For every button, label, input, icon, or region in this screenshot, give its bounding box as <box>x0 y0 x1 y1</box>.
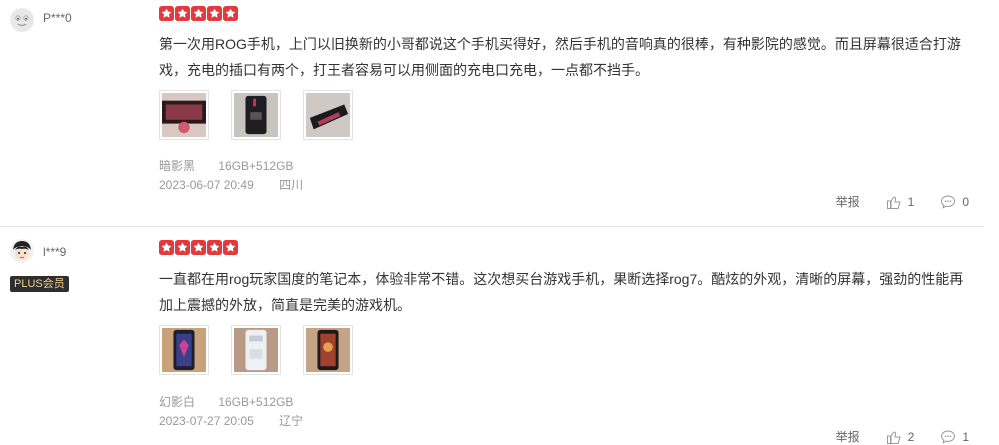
report-label: 举报 <box>835 430 860 444</box>
review-images <box>159 325 353 375</box>
product-color: 幻影白 <box>159 395 196 409</box>
report-label: 举报 <box>835 195 860 209</box>
review-date: 2023-07-27 20:05 <box>159 414 254 428</box>
thumbs-up-icon <box>886 196 901 209</box>
review-text: 一直都在用rog玩家国度的笔记本，体验非常不错。这次想买台游戏手机，果断选择ro… <box>159 271 964 313</box>
review-location: 四川 <box>279 178 304 192</box>
review-image-thumbnail[interactable] <box>231 325 281 375</box>
plus-member-badge: PLUS会员 <box>10 276 69 292</box>
like-button[interactable]: 1 <box>886 194 915 210</box>
product-spec: 16GB+512GB <box>218 395 294 409</box>
username: P***0 <box>43 11 72 25</box>
like-count: 1 <box>907 194 915 209</box>
review-location: 辽宁 <box>279 414 304 428</box>
review-image-thumbnail[interactable] <box>303 325 353 375</box>
star-icon <box>159 240 174 255</box>
star-icon <box>207 240 222 255</box>
star-icon <box>191 240 206 255</box>
avatar[interactable] <box>10 8 34 32</box>
report-button[interactable]: 举报 <box>836 428 860 445</box>
review-image-thumbnail[interactable] <box>159 325 209 375</box>
star-icon <box>207 6 222 21</box>
review-item: P***0 第一次用ROG手机，上门以旧换新的小哥都说这个手机买得好，然后手机的… <box>0 0 999 226</box>
username: l***9 <box>43 245 67 259</box>
review-image-thumbnail[interactable] <box>303 90 353 140</box>
review-images <box>159 90 353 140</box>
comment-bubble-icon <box>941 194 956 209</box>
report-button[interactable]: 举报 <box>836 193 860 210</box>
comment-button[interactable]: 1 <box>940 429 969 445</box>
star-icon <box>175 6 190 21</box>
product-color: 暗影黑 <box>159 159 196 173</box>
review-text: 第一次用ROG手机，上门以旧换新的小哥都说这个手机买得好，然后手机的音响真的很棒… <box>159 36 961 78</box>
review-image-thumbnail[interactable] <box>231 90 281 140</box>
avatar[interactable] <box>10 239 34 263</box>
review-image-thumbnail[interactable] <box>159 90 209 140</box>
like-button[interactable]: 2 <box>886 429 915 445</box>
star-icon <box>223 6 238 21</box>
rating-stars <box>159 240 238 255</box>
like-count: 2 <box>907 429 915 444</box>
star-icon <box>191 6 206 21</box>
star-icon <box>223 240 238 255</box>
comment-count: 0 <box>962 194 969 209</box>
star-icon <box>159 6 174 21</box>
thumbs-up-icon <box>886 431 901 444</box>
comment-button[interactable]: 0 <box>940 194 969 210</box>
review-item: l***9 PLUS会员 一直都在用rog玩家国度的笔记本，体验非常不错。这次想… <box>0 226 999 444</box>
comment-count: 1 <box>962 429 969 444</box>
comment-bubble-icon <box>941 429 956 444</box>
review-date: 2023-06-07 20:49 <box>159 178 254 192</box>
product-spec: 16GB+512GB <box>218 159 294 173</box>
rating-stars <box>159 6 238 21</box>
star-icon <box>175 240 190 255</box>
